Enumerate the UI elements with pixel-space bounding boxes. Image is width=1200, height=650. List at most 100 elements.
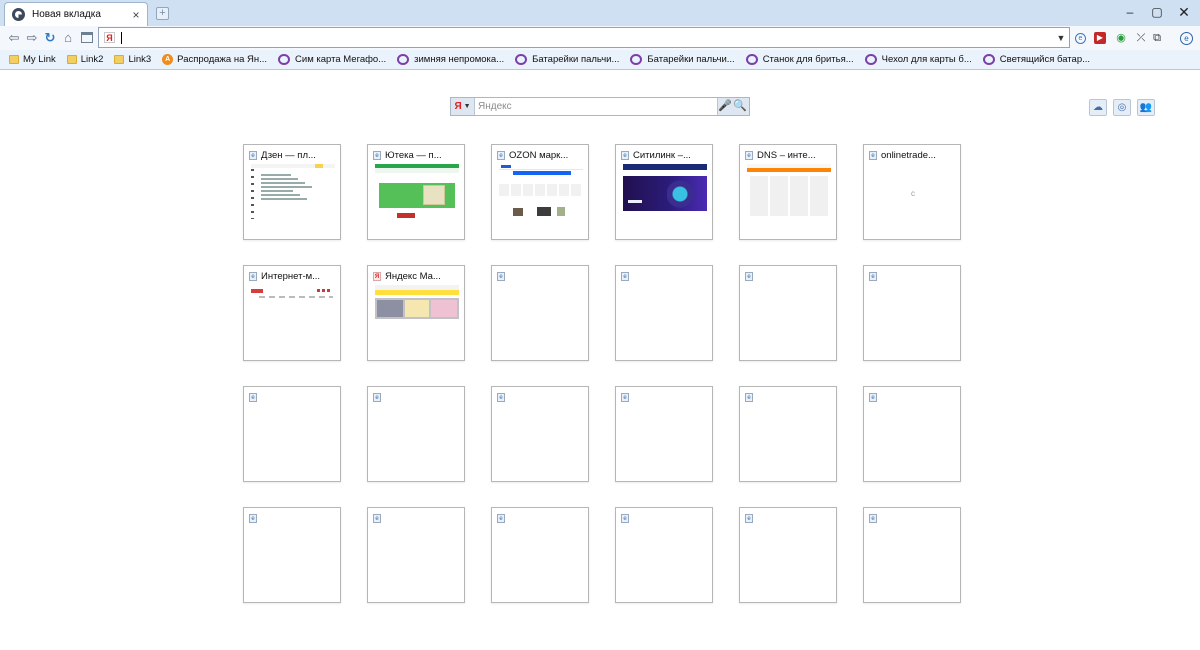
site-favicon-icon: e [621, 151, 629, 160]
bookmark-item[interactable]: My Link [9, 54, 56, 65]
browser-menu-icon[interactable]: e [1180, 32, 1193, 45]
bookmark-item[interactable]: Светящийся батар... [982, 54, 1090, 65]
bookmark-label: My Link [23, 54, 56, 65]
empty-speed-dial-tile[interactable]: e [243, 386, 341, 482]
empty-speed-dial-tile[interactable]: e [367, 507, 465, 603]
microphone-icon[interactable]: 🎤 [717, 98, 732, 115]
site-thumbnail [499, 164, 583, 221]
empty-speed-dial-tile[interactable]: e [243, 507, 341, 603]
tile-title: Ситилинк –... [633, 150, 691, 161]
window-view-icon[interactable] [79, 30, 95, 46]
marketplace-icon [630, 54, 643, 65]
speed-dial-tile[interactable]: e Дзен — пл... [243, 144, 341, 240]
empty-speed-dial-tile[interactable]: e [739, 386, 837, 482]
bookmark-label: Сим карта Мегафо... [295, 54, 387, 65]
empty-speed-dial-tile[interactable]: e [491, 507, 589, 603]
bookmark-label: Чехол для карты б... [881, 54, 972, 65]
back-button[interactable]: ⇦ [6, 30, 22, 46]
speed-dial-tile[interactable]: e DNS – инте... [739, 144, 837, 240]
minimize-button[interactable]: – [1116, 3, 1144, 21]
site-favicon-icon: e [869, 272, 877, 281]
site-favicon-icon: e [745, 514, 753, 523]
search-input[interactable] [475, 98, 717, 115]
close-window-button[interactable]: ✕ [1170, 3, 1198, 21]
bookmark-item[interactable]: Батарейки пальчи... [630, 54, 735, 65]
marketplace-icon [982, 54, 995, 65]
speed-dial-tile[interactable]: e Интернет-м... [243, 265, 341, 361]
empty-speed-dial-tile[interactable]: e [863, 265, 961, 361]
site-favicon-icon: e [621, 272, 629, 281]
bookmark-item[interactable]: Link3 [114, 54, 151, 65]
forward-button[interactable]: ⇨ [24, 30, 40, 46]
bookmark-item[interactable]: Чехол для карты б... [864, 54, 972, 65]
new-tab-button[interactable]: + [156, 7, 169, 20]
site-thumbnail [747, 164, 831, 221]
empty-speed-dial-tile[interactable]: e [615, 265, 713, 361]
accounts-icon[interactable]: 👥 [1137, 99, 1155, 116]
tile-title: Яндекс Ма... [385, 271, 441, 282]
site-favicon-icon: Я [373, 272, 381, 281]
speed-dial-tile[interactable]: e onlinetrade... c [863, 144, 961, 240]
site-favicon-icon: e [249, 514, 257, 523]
yandex-search-box: Я▼ 🎤 🔍 [450, 97, 750, 116]
search-icon[interactable]: 🔍 [731, 98, 749, 115]
address-input[interactable] [122, 29, 1053, 46]
site-favicon-icon: e [497, 514, 505, 523]
close-tab-icon[interactable]: × [129, 9, 143, 21]
empty-speed-dial-tile[interactable]: e [367, 386, 465, 482]
title-bar: Новая вкладка × + – ▢ ✕ [0, 0, 1200, 26]
extension-e-icon[interactable]: e [1075, 33, 1086, 44]
extension-green-icon[interactable]: ◉ [1114, 31, 1128, 45]
maximize-button[interactable]: ▢ [1143, 3, 1171, 21]
address-dropdown-icon[interactable]: ▼ [1053, 33, 1069, 43]
bookmarks-bar: My Link Link2 Link3 A Распродажа на Ян...… [0, 50, 1200, 70]
empty-speed-dial-tile[interactable]: e [863, 386, 961, 482]
empty-speed-dial-tile[interactable]: e [491, 386, 589, 482]
folder-icon [66, 55, 77, 64]
speed-dial-grid: e Дзен — пл... e Ютека — п... e OZON марк... e… [243, 144, 961, 603]
site-favicon-icon: e [621, 393, 629, 402]
speed-dial-settings-icon[interactable]: ◎ [1113, 99, 1131, 116]
home-button[interactable]: ⌂ [60, 30, 76, 46]
empty-speed-dial-tile[interactable]: e [615, 507, 713, 603]
window-frame-icon [81, 32, 93, 43]
site-thumbnail: c [871, 164, 955, 221]
empty-speed-dial-tile[interactable]: e [615, 386, 713, 482]
bookmark-label: Link3 [128, 54, 152, 65]
bookmark-label: Станок для бритья... [762, 54, 854, 65]
site-favicon-icon: e [373, 393, 381, 402]
site-favicon-icon: e [373, 514, 381, 523]
empty-speed-dial-tile[interactable]: e [739, 265, 837, 361]
site-thumbnail [375, 285, 459, 342]
extension-sync-off-icon[interactable]: ⤫ [1134, 31, 1148, 45]
cloud-sync-icon[interactable]: ☁ [1089, 99, 1107, 116]
bookmark-item[interactable]: Батарейки пальчи... [515, 54, 619, 65]
yandex-favicon-icon: Я [104, 32, 115, 43]
extension-media-icon[interactable]: ▶ [1094, 32, 1106, 44]
speed-dial-tile[interactable]: e Ютека — п... [367, 144, 465, 240]
empty-speed-dial-tile[interactable]: e [739, 507, 837, 603]
bookmark-item[interactable]: Link2 [66, 54, 103, 65]
speed-dial-page: Я▼ 🎤 🔍 ☁ ◎ 👥 eДзен — пл...eЮтека — п...e… [0, 71, 1200, 650]
speed-dial-tile[interactable]: Я Яндекс Ма... [367, 265, 465, 361]
search-engine-selector[interactable]: Я ▼ [451, 98, 475, 115]
extension-screenshot-icon[interactable]: ⧉ [1150, 31, 1164, 45]
site-favicon-icon: e [869, 393, 877, 402]
site-favicon-icon: e [745, 393, 753, 402]
tile-title: Дзен — пл... [261, 150, 316, 161]
reload-button[interactable]: ↻ [42, 30, 58, 46]
bookmark-item[interactable]: A Распродажа на Ян... [162, 54, 267, 65]
tab-new-tab[interactable]: Новая вкладка × [4, 2, 148, 26]
address-bar[interactable]: Я ▼ [98, 27, 1070, 48]
bookmark-label: Распродажа на Ян... [177, 54, 268, 65]
empty-speed-dial-tile[interactable]: e [491, 265, 589, 361]
bookmark-item[interactable]: Сим карта Мегафо... [278, 54, 386, 65]
empty-speed-dial-tile[interactable]: e [863, 507, 961, 603]
speed-dial-tile[interactable]: e OZON марк... [491, 144, 589, 240]
bookmark-item[interactable]: зимняя непромока... [397, 54, 504, 65]
speed-dial-tile[interactable]: e Ситилинк –... [615, 144, 713, 240]
site-thumbnail [251, 164, 335, 221]
tile-title: OZON марк... [509, 150, 569, 161]
bookmark-item[interactable]: Станок для бритья... [745, 54, 854, 65]
site-favicon-icon: e [249, 272, 257, 281]
